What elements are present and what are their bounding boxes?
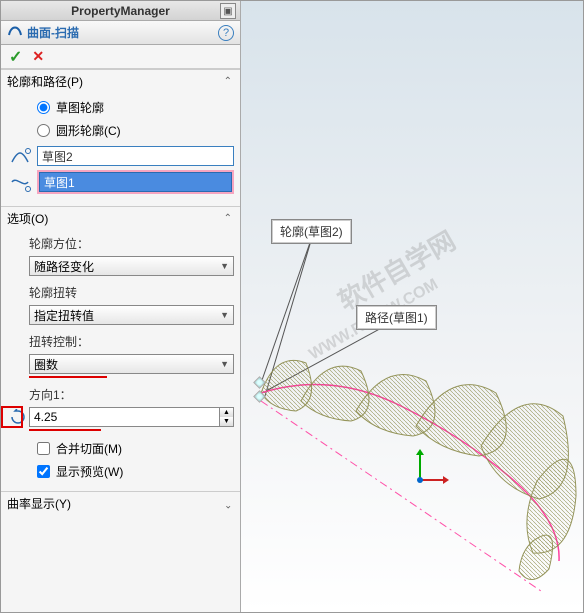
property-manager-header: PropertyManager ▣ <box>1 1 240 21</box>
section-options: 选项(O) ⌃ 轮廓方位： 随路径变化 ▼ 轮廓扭转 指定扭转值 ▼ 扭转控制：… <box>1 206 240 491</box>
show-preview-checkbox[interactable] <box>37 465 50 478</box>
radio-row-circular-profile[interactable]: 圆形轮廓(C) <box>7 119 234 142</box>
radio-circular-profile[interactable] <box>37 124 50 137</box>
help-icon[interactable]: ? <box>218 25 234 41</box>
feature-title-bar: 曲面-扫描 ? <box>1 21 240 45</box>
dropdown-value: 圈数 <box>34 356 58 373</box>
radio-label: 草图轮廓 <box>56 99 104 116</box>
spin-down[interactable]: ▼ <box>220 417 233 426</box>
section-header-curvature[interactable]: 曲率显示(Y) ⌃ <box>1 492 240 514</box>
radio-label: 圆形轮廓(C) <box>56 122 121 139</box>
chevron-up-icon: ⌃ <box>224 213 232 224</box>
orient-dropdown[interactable]: 随路径变化 ▼ <box>29 256 234 276</box>
spin-up[interactable]: ▲ <box>220 408 233 417</box>
section-header-options[interactable]: 选项(O) ⌃ <box>1 207 240 229</box>
property-manager-panel: PropertyManager ▣ 曲面-扫描 ? ✓ ✕ 轮廓和路径(P) ⌃ <box>1 1 241 612</box>
chevron-up-icon: ⌃ <box>224 76 232 87</box>
graphics-viewport[interactable]: 软件自学网 WWW.RJZXW.COM <box>241 1 583 612</box>
annotation-underline <box>29 376 107 378</box>
twist-type-dropdown[interactable]: 指定扭转值 ▼ <box>29 305 234 325</box>
direction-value-input[interactable] <box>29 407 220 427</box>
dir-label: 方向1： <box>7 384 234 405</box>
callout-profile[interactable]: 轮廓(草图2) <box>271 219 352 244</box>
twist-ctrl-label: 扭转控制： <box>7 331 234 352</box>
property-manager-title: PropertyManager <box>71 4 170 18</box>
show-preview-row[interactable]: 显示预览(W) <box>7 460 234 483</box>
chevron-down-icon: ▼ <box>220 310 229 320</box>
direction-value-row: ▲ ▼ <box>7 407 234 427</box>
merge-faces-checkbox[interactable] <box>37 442 50 455</box>
section-header-profile-path[interactable]: 轮廓和路径(P) ⌃ <box>1 70 240 92</box>
checkbox-label: 显示预览(W) <box>56 463 123 480</box>
callout-path[interactable]: 路径(草图1) <box>356 305 437 330</box>
reverse-direction-icon[interactable] <box>7 407 29 427</box>
spinner-buttons[interactable]: ▲ ▼ <box>220 407 234 427</box>
pin-icon[interactable]: ▣ <box>220 3 236 19</box>
chevron-down-icon: ▼ <box>220 359 229 369</box>
path-icon <box>7 172 33 192</box>
path-field-row <box>7 170 234 194</box>
section-curvature: 曲率显示(Y) ⌃ <box>1 491 240 514</box>
profile-field-row <box>7 146 234 166</box>
radio-row-sketch-profile[interactable]: 草图轮廓 <box>7 96 234 119</box>
section-profile-path: 轮廓和路径(P) ⌃ 草图轮廓 圆形轮廓(C) <box>1 69 240 206</box>
section-title: 曲率显示(Y) <box>7 495 71 512</box>
profile-input[interactable] <box>37 146 234 166</box>
dropdown-value: 随路径变化 <box>34 258 94 275</box>
chevron-down-icon: ▼ <box>220 261 229 271</box>
sweep-icon <box>7 22 23 43</box>
profile-icon <box>7 146 33 166</box>
orient-label: 轮廓方位： <box>7 233 234 254</box>
feature-title: 曲面-扫描 <box>27 24 79 41</box>
dropdown-value: 指定扭转值 <box>34 307 94 324</box>
merge-faces-row[interactable]: 合并切面(M) <box>7 437 234 460</box>
cancel-button[interactable]: ✕ <box>32 48 44 65</box>
path-input-highlight <box>37 170 234 194</box>
checkbox-label: 合并切面(M) <box>56 440 122 457</box>
section-title: 轮廓和路径(P) <box>7 73 83 90</box>
twist-ctrl-dropdown[interactable]: 圈数 ▼ <box>29 354 234 374</box>
path-input[interactable] <box>39 172 232 192</box>
chevron-down-icon: ⌃ <box>224 498 232 509</box>
radio-sketch-profile[interactable] <box>37 101 50 114</box>
confirm-bar: ✓ ✕ <box>1 45 240 69</box>
annotation-underline <box>29 429 101 431</box>
twist-label: 轮廓扭转 <box>7 282 234 303</box>
section-title: 选项(O) <box>7 210 48 227</box>
ok-button[interactable]: ✓ <box>9 47 22 67</box>
